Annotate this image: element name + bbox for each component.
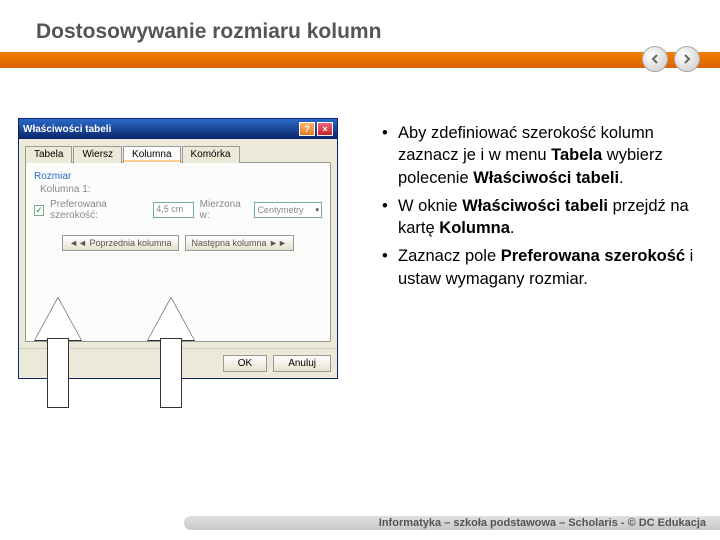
- group-rozmiar: Rozmiar: [34, 171, 322, 182]
- pref-width-label: Preferowana szerokość:: [50, 199, 147, 221]
- title-bar: Dostosowywanie rozmiaru kolumn: [0, 0, 720, 52]
- dialog-tabs: Tabela Wiersz Kolumna Komórka: [25, 146, 331, 163]
- slide-title: Dostosowywanie rozmiaru kolumn: [36, 20, 720, 44]
- measure-label: Mierzona w:: [200, 199, 249, 221]
- callout-arrow-1: [35, 298, 81, 408]
- footer: Informatyka – szkoła podstawowa – Schola…: [0, 512, 720, 540]
- prev-slide-button[interactable]: [642, 46, 668, 72]
- callout-arrow-2: [148, 298, 194, 408]
- content-area: Właściwości tabeli ? × Tabela Wiersz Kol…: [0, 100, 720, 500]
- instruction-list: Aby zdefiniować szerokość kolumn zaznacz…: [378, 122, 694, 296]
- column-indicator: Kolumna 1:: [40, 184, 322, 195]
- cancel-button[interactable]: Anuluj: [273, 355, 331, 372]
- tab-komorka[interactable]: Komórka: [182, 146, 240, 163]
- list-item: Zaznacz pole Preferowana szerokość i ust…: [378, 245, 694, 290]
- pref-width-input[interactable]: 4,5 cm: [153, 202, 193, 218]
- slide-nav: [642, 46, 700, 72]
- tab-wiersz[interactable]: Wiersz: [73, 146, 122, 163]
- measure-combo[interactable]: Centymetry: [254, 202, 322, 218]
- tab-kolumna[interactable]: Kolumna: [123, 146, 180, 163]
- dialog-titlebar: Właściwości tabeli ? ×: [19, 119, 337, 139]
- list-item: Aby zdefiniować szerokość kolumn zaznacz…: [378, 122, 694, 189]
- pref-width-checkbox[interactable]: [34, 205, 44, 216]
- next-column-button[interactable]: Następna kolumna ►►: [185, 235, 294, 251]
- footer-text: Informatyka – szkoła podstawowa – Schola…: [379, 517, 706, 529]
- ok-button[interactable]: OK: [223, 355, 267, 372]
- accent-band: [0, 52, 720, 68]
- next-slide-button[interactable]: [674, 46, 700, 72]
- slide: Dostosowywanie rozmiaru kolumn Właściwoś…: [0, 0, 720, 540]
- dialog-title: Właściwości tabeli: [23, 124, 111, 135]
- help-button[interactable]: ?: [299, 122, 315, 136]
- tab-tabela[interactable]: Tabela: [25, 146, 72, 163]
- prev-column-button[interactable]: ◄◄ Poprzednia kolumna: [62, 235, 178, 251]
- list-item: W oknie Właściwości tabeli przejdź na ka…: [378, 195, 694, 240]
- close-button[interactable]: ×: [317, 122, 333, 136]
